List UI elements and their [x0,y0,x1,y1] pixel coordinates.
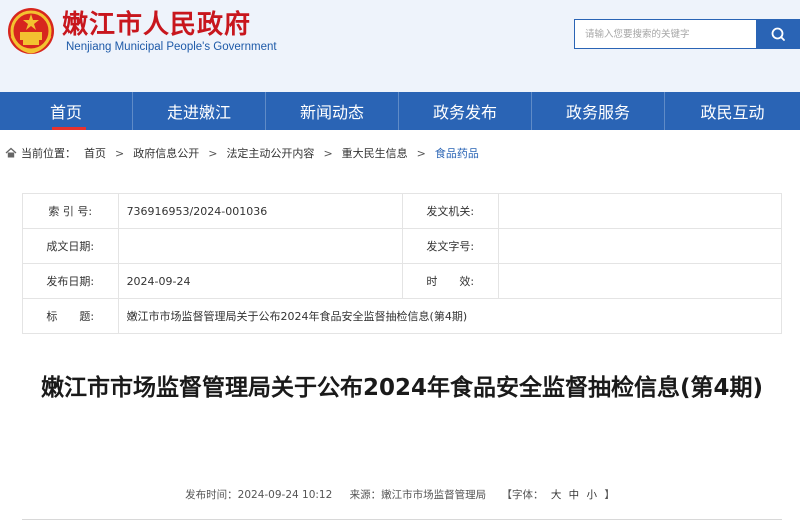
subject-label: 标 题: [22,298,119,334]
table-row: 标 题: 嫩江市市场监督管理局关于公布2024年食品安全监督抽检信息(第4期) [22,298,783,334]
subject-value: 嫩江市市场监督管理局关于公布2024年食品安全监督抽检信息(第4期) [117,298,783,334]
publish-date-label: 发布日期: [22,263,119,299]
breadcrumb-item-food-drug[interactable]: 食品药品 [435,145,479,161]
date-written-value [117,228,403,264]
home-icon [5,147,17,158]
index-value: 736916953/2024-001036 [117,193,403,229]
nav-item-home[interactable]: 首页 [0,92,133,130]
validity-value [497,263,783,299]
site-subtitle: Nenjiang Municipal People's Government [66,41,277,53]
search-box [574,19,800,49]
breadcrumb-item-statutory[interactable]: 法定主动公开内容 [226,145,314,161]
breadcrumb: 当前位置： 首页 > 政府信息公开 > 法定主动公开内容 > 重大民生信息 > … [5,145,479,161]
breadcrumb-separator: > [208,146,218,160]
main-nav: 首页 走进嫩江 新闻动态 政务发布 政务服务 政民互动 [0,92,800,130]
doc-number-value [497,228,783,264]
breadcrumb-item-home[interactable]: 首页 [84,145,106,161]
nav-item-about[interactable]: 走进嫩江 [133,92,266,130]
nav-item-releases[interactable]: 政务发布 [399,92,532,130]
search-button[interactable] [756,20,800,48]
validity-label: 时 效: [401,263,499,299]
table-row: 成文日期: 发文字号: [22,228,783,264]
national-emblem-icon [8,8,54,54]
issuer-label: 发文机关: [401,193,499,229]
font-size-open: 【字体： [501,489,544,501]
publish-time: 发布时间：2024-09-24 10:12 [185,489,333,501]
search-input[interactable] [575,20,755,48]
nav-item-services[interactable]: 政务服务 [532,92,665,130]
divider [22,519,782,520]
date-written-label: 成文日期: [22,228,119,264]
font-size-small-button[interactable]: 小 [587,489,598,501]
font-size-close: 】 [604,489,615,501]
table-row: 索 引 号: 736916953/2024-001036 发文机关: [22,193,783,229]
search-icon [771,27,785,41]
table-row: 发布日期: 2024-09-24 时 效: [22,263,783,299]
breadcrumb-separator: > [416,146,426,160]
breadcrumb-separator: > [115,146,125,160]
site-header: 嫩江市人民政府 Nenjiang Municipal People's Gove… [0,0,800,92]
document-meta-table: 索 引 号: 736916953/2024-001036 发文机关: 成文日期:… [22,193,783,334]
site-title[interactable]: 嫩江市人民政府 [62,4,251,41]
issuer-value [497,193,783,229]
nav-item-interaction[interactable]: 政民互动 [665,92,800,130]
publish-info: 发布时间：2024-09-24 10:12 来源：嫩江市市场监督管理局 【字体：… [0,487,800,502]
breadcrumb-prefix: 当前位置： [21,147,76,160]
breadcrumb-item-gov-info[interactable]: 政府信息公开 [133,145,199,161]
breadcrumb-item-livelihood[interactable]: 重大民生信息 [342,145,408,161]
font-size-medium-button[interactable]: 中 [569,489,580,501]
nav-item-news[interactable]: 新闻动态 [266,92,399,130]
font-size-large-button[interactable]: 大 [551,489,562,501]
breadcrumb-separator: > [323,146,333,160]
doc-number-label: 发文字号: [401,228,499,264]
publish-source: 来源：嫩江市市场监督管理局 [349,489,487,501]
article-title: 嫩江市市场监督管理局关于公布2024年食品安全监督抽检信息(第4期) [40,375,764,401]
publish-date-value: 2024-09-24 [117,263,403,299]
index-label: 索 引 号: [22,193,119,229]
